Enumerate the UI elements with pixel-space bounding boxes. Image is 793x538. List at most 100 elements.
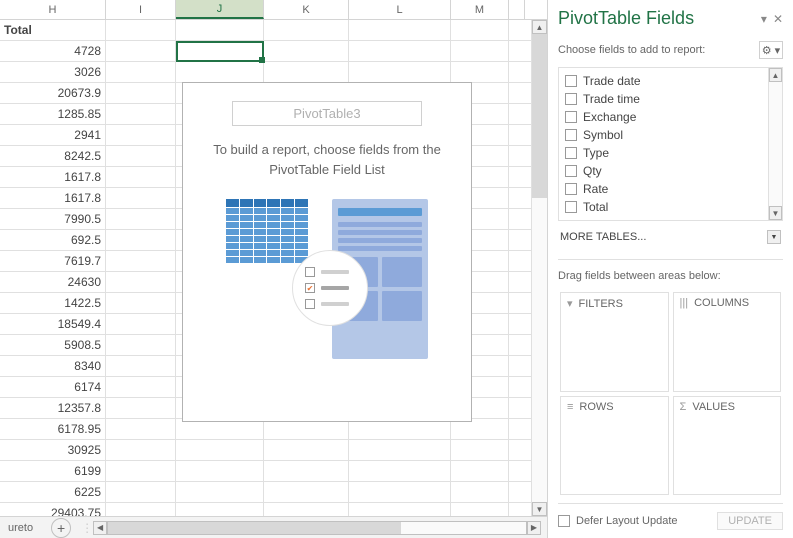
cell[interactable] <box>106 377 176 397</box>
cell[interactable] <box>106 335 176 355</box>
field-checkbox[interactable] <box>565 129 577 141</box>
cell[interactable] <box>106 482 176 502</box>
field-item[interactable]: Trade date <box>563 72 778 90</box>
col-header-l[interactable]: L <box>349 0 451 19</box>
cell[interactable] <box>264 503 349 516</box>
area-values[interactable]: ΣVALUES <box>673 396 782 495</box>
cell[interactable]: 5908.5 <box>0 335 106 355</box>
cell[interactable]: 7990.5 <box>0 209 106 229</box>
field-scroll-down-icon[interactable]: ▼ <box>769 206 782 220</box>
cell[interactable]: 8340 <box>0 356 106 376</box>
vertical-scrollbar[interactable]: ▲ ▼ <box>531 20 547 516</box>
field-item[interactable]: Trade time <box>563 90 778 108</box>
cell[interactable] <box>349 20 451 40</box>
cell[interactable] <box>451 419 509 439</box>
cell[interactable]: 1617.8 <box>0 188 106 208</box>
cell[interactable]: Total <box>0 20 106 40</box>
cell[interactable]: 6225 <box>0 482 106 502</box>
cell[interactable]: 6178.95 <box>0 419 106 439</box>
cell[interactable] <box>264 482 349 502</box>
cell[interactable] <box>176 419 264 439</box>
area-filters[interactable]: ▾FILTERS <box>560 292 669 392</box>
field-item[interactable]: Total <box>563 198 778 216</box>
field-checkbox[interactable] <box>565 165 577 177</box>
cell[interactable] <box>451 503 509 516</box>
cell[interactable] <box>349 419 451 439</box>
cell[interactable]: 8242.5 <box>0 146 106 166</box>
field-scroll-up-icon[interactable]: ▲ <box>769 68 782 82</box>
cell[interactable] <box>106 146 176 166</box>
cell[interactable] <box>176 20 264 40</box>
grid-body[interactable]: Total4728302620673.91285.8529418242.5161… <box>0 20 547 516</box>
cell[interactable]: 12357.8 <box>0 398 106 418</box>
cell[interactable] <box>106 20 176 40</box>
cell[interactable] <box>349 41 451 61</box>
field-checkbox[interactable] <box>565 201 577 213</box>
cell[interactable]: 29403.75 <box>0 503 106 516</box>
cell[interactable] <box>264 62 349 82</box>
cell[interactable]: 3026 <box>0 62 106 82</box>
update-button[interactable]: UPDATE <box>717 512 783 530</box>
cell[interactable] <box>176 41 264 61</box>
cell[interactable]: 18549.4 <box>0 314 106 334</box>
cell[interactable] <box>106 104 176 124</box>
area-columns[interactable]: |||COLUMNS <box>673 292 782 392</box>
cell[interactable]: 24630 <box>0 272 106 292</box>
cell[interactable] <box>451 440 509 460</box>
cell[interactable] <box>176 62 264 82</box>
hscroll-thumb[interactable] <box>108 522 401 534</box>
field-checkbox[interactable] <box>565 183 577 195</box>
cell[interactable] <box>349 62 451 82</box>
cell[interactable] <box>176 503 264 516</box>
cell[interactable]: 7619.7 <box>0 251 106 271</box>
cell[interactable] <box>264 461 349 481</box>
col-header-m[interactable]: M <box>451 0 509 19</box>
cell[interactable] <box>106 398 176 418</box>
cell[interactable] <box>106 314 176 334</box>
field-item[interactable]: Qty <box>563 162 778 180</box>
cell[interactable] <box>451 41 509 61</box>
cell[interactable] <box>106 293 176 313</box>
field-item[interactable]: Type <box>563 144 778 162</box>
field-item[interactable]: Exchange <box>563 108 778 126</box>
cell[interactable] <box>349 440 451 460</box>
pane-dropdown-icon[interactable]: ▾ <box>761 12 767 26</box>
cell[interactable]: 1422.5 <box>0 293 106 313</box>
cell[interactable] <box>106 440 176 460</box>
cell[interactable] <box>349 461 451 481</box>
cell[interactable] <box>106 503 176 516</box>
scroll-left-icon[interactable]: ◀ <box>93 521 107 535</box>
col-header-j[interactable]: J <box>176 0 264 19</box>
cell[interactable]: 30925 <box>0 440 106 460</box>
sheet-tab[interactable]: ureto <box>0 522 41 534</box>
cell[interactable]: 2941 <box>0 125 106 145</box>
col-header-k[interactable]: K <box>264 0 349 19</box>
cell[interactable]: 692.5 <box>0 230 106 250</box>
field-list[interactable]: Trade dateTrade timeExchangeSymbolTypeQt… <box>558 67 783 221</box>
cell[interactable] <box>451 20 509 40</box>
cell[interactable] <box>106 188 176 208</box>
scroll-up-icon[interactable]: ▲ <box>532 20 547 34</box>
cell[interactable] <box>106 419 176 439</box>
cell[interactable] <box>106 62 176 82</box>
cell[interactable] <box>451 62 509 82</box>
cell[interactable] <box>176 461 264 481</box>
cell[interactable] <box>176 440 264 460</box>
horizontal-scrollbar[interactable]: ◀ ▶ <box>93 520 541 536</box>
add-sheet-button[interactable]: + <box>51 518 71 538</box>
cell[interactable] <box>106 461 176 481</box>
cell[interactable] <box>264 41 349 61</box>
pane-close-icon[interactable]: ✕ <box>773 12 783 26</box>
cell[interactable] <box>451 461 509 481</box>
cell[interactable] <box>106 83 176 103</box>
cell[interactable] <box>106 230 176 250</box>
cell[interactable] <box>349 482 451 502</box>
cell[interactable]: 6199 <box>0 461 106 481</box>
gear-icon[interactable]: ⚙ ▾ <box>759 41 783 59</box>
field-checkbox[interactable] <box>565 111 577 123</box>
cell[interactable] <box>106 167 176 187</box>
cell[interactable] <box>264 419 349 439</box>
cell[interactable]: 1285.85 <box>0 104 106 124</box>
scroll-right-icon[interactable]: ▶ <box>527 521 541 535</box>
vscroll-thumb[interactable] <box>532 34 547 198</box>
